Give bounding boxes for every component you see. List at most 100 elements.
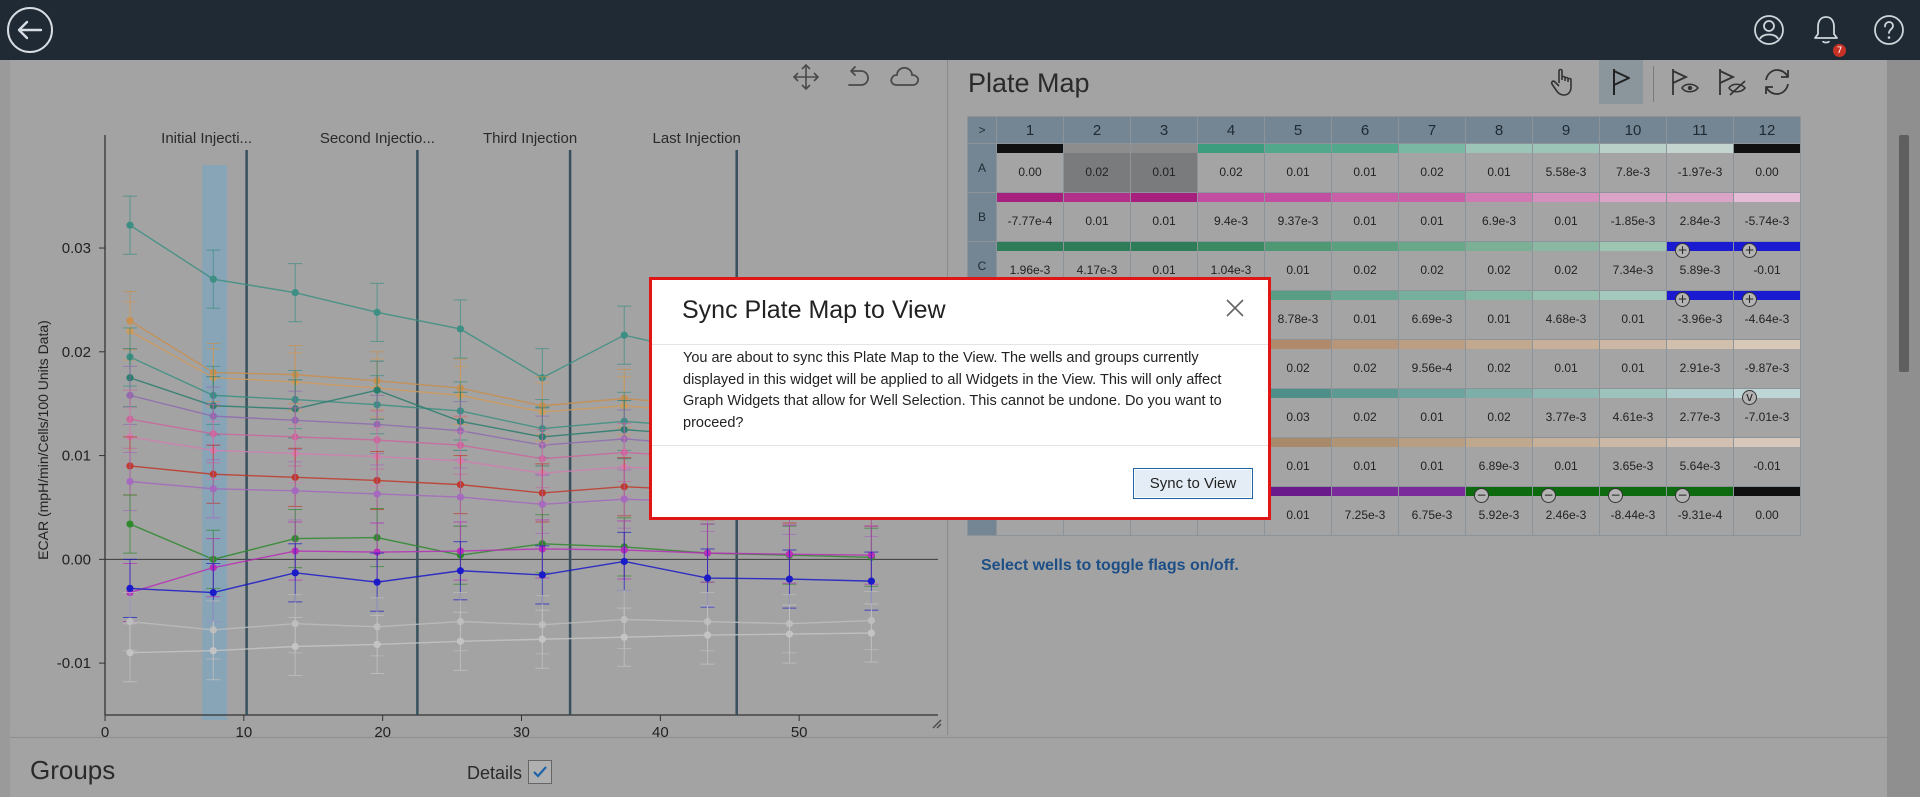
well-cell[interactable]: 0.01: [1532, 192, 1600, 242]
well-cell[interactable]: − -9.31e-4: [1666, 486, 1734, 536]
minus-circle-icon[interactable]: −: [1608, 488, 1623, 503]
well-cell[interactable]: 0.01: [1264, 486, 1332, 536]
select-all-corner[interactable]: >: [967, 116, 997, 144]
well-cell[interactable]: 0.01: [1465, 143, 1533, 193]
well-cell[interactable]: 0.01: [1063, 192, 1131, 242]
well-cell[interactable]: 0.02: [1398, 143, 1466, 193]
column-header[interactable]: 9: [1532, 116, 1600, 144]
column-header[interactable]: 4: [1197, 116, 1265, 144]
undo-icon[interactable]: [843, 63, 871, 91]
column-header[interactable]: 11: [1666, 116, 1734, 144]
column-header[interactable]: 12: [1733, 116, 1801, 144]
well-cell[interactable]: 9.37e-3: [1264, 192, 1332, 242]
well-cell[interactable]: -1.97e-3: [1666, 143, 1734, 193]
well-cell[interactable]: 0.01: [1264, 437, 1332, 487]
well-cell[interactable]: 0.02: [1532, 241, 1600, 291]
well-cell[interactable]: 0.02: [1398, 241, 1466, 291]
well-cell[interactable]: 0.01: [1398, 192, 1466, 242]
well-cell[interactable]: 5.64e-3: [1666, 437, 1734, 487]
well-cell[interactable]: 0.01: [1331, 143, 1399, 193]
column-header[interactable]: 1: [996, 116, 1064, 144]
well-cell[interactable]: − 2.46e-3: [1532, 486, 1600, 536]
flag-icon[interactable]: [1599, 60, 1643, 104]
well-cell[interactable]: 0.01: [1130, 192, 1198, 242]
column-header[interactable]: 2: [1063, 116, 1131, 144]
well-cell[interactable]: -1.85e-3: [1599, 192, 1667, 242]
well-cell[interactable]: -0.01: [1733, 437, 1801, 487]
add-circle-icon[interactable]: +: [1675, 292, 1690, 307]
well-cell[interactable]: 0.01: [1331, 192, 1399, 242]
sync-to-view-button[interactable]: Sync to View: [1133, 468, 1253, 499]
add-circle-icon[interactable]: +: [1742, 292, 1757, 307]
well-cell[interactable]: 3.77e-3: [1532, 388, 1600, 438]
well-cell[interactable]: 9.56e-4: [1398, 339, 1466, 389]
well-cell[interactable]: 0.01: [1331, 437, 1399, 487]
well-cell[interactable]: -5.74e-3: [1733, 192, 1801, 242]
well-cell[interactable]: 0.01: [1398, 388, 1466, 438]
column-header[interactable]: 3: [1130, 116, 1198, 144]
well-cell[interactable]: 7.25e-3: [1331, 486, 1399, 536]
well-cell[interactable]: 0.01: [1398, 437, 1466, 487]
add-circle-icon[interactable]: +: [1675, 243, 1690, 258]
minus-circle-icon[interactable]: −: [1474, 488, 1489, 503]
well-cell[interactable]: 0.00: [1733, 143, 1801, 193]
well-cell[interactable]: 0.02: [1331, 241, 1399, 291]
well-cell[interactable]: 0.01: [1532, 339, 1600, 389]
hand-pointer-icon[interactable]: [1541, 60, 1585, 104]
well-cell[interactable]: 9.4e-3: [1197, 192, 1265, 242]
well-cell[interactable]: 0.01: [1532, 437, 1600, 487]
well-cell[interactable]: 0.02: [1331, 339, 1399, 389]
well-cell[interactable]: 0.01: [1599, 290, 1667, 340]
well-cell[interactable]: − 5.92e-3: [1465, 486, 1533, 536]
well-cell[interactable]: +5.89e-3: [1666, 241, 1734, 291]
well-cell[interactable]: 0.01: [1264, 241, 1332, 291]
well-cell[interactable]: 0.01: [1331, 290, 1399, 340]
minus-circle-icon[interactable]: −: [1541, 488, 1556, 503]
help-icon[interactable]: [1872, 13, 1906, 47]
well-cell[interactable]: 0.00: [996, 143, 1064, 193]
well-cell[interactable]: -7.77e-4: [996, 192, 1064, 242]
well-cell[interactable]: 6.9e-3: [1465, 192, 1533, 242]
well-cell[interactable]: + -4.64e-3: [1733, 290, 1801, 340]
well-cell[interactable]: + -3.96e-3: [1666, 290, 1734, 340]
well-cell[interactable]: 0.01: [1264, 143, 1332, 193]
well-cell[interactable]: 0.00: [1733, 486, 1801, 536]
well-cell[interactable]: 7.34e-3: [1599, 241, 1667, 291]
minus-circle-icon[interactable]: −: [1675, 488, 1690, 503]
well-cell[interactable]: 6.89e-3: [1465, 437, 1533, 487]
well-cell[interactable]: 4.68e-3: [1532, 290, 1600, 340]
well-cell[interactable]: 0.01: [1599, 339, 1667, 389]
well-cell[interactable]: 0.02: [1264, 339, 1332, 389]
well-cell[interactable]: 6.69e-3: [1398, 290, 1466, 340]
column-header[interactable]: 10: [1599, 116, 1667, 144]
well-cell[interactable]: 7.8e-3: [1599, 143, 1667, 193]
well-cell[interactable]: 8.78e-3: [1264, 290, 1332, 340]
column-header[interactable]: 5: [1264, 116, 1332, 144]
check-circle-icon[interactable]: v: [1742, 390, 1757, 405]
row-header[interactable]: A: [967, 143, 997, 193]
close-icon[interactable]: [1224, 297, 1246, 319]
well-cell[interactable]: 0.02: [1465, 241, 1533, 291]
well-cell[interactable]: 0.02: [1465, 388, 1533, 438]
well-cell[interactable]: 0.02: [1331, 388, 1399, 438]
user-account-icon[interactable]: [1752, 13, 1786, 47]
refresh-icon[interactable]: [1755, 60, 1799, 104]
page-scrollbar[interactable]: [1887, 60, 1920, 797]
resize-handle-icon[interactable]: [932, 716, 942, 734]
well-cell[interactable]: 0.01: [1465, 290, 1533, 340]
row-header[interactable]: B: [967, 192, 997, 242]
notifications-bell-icon[interactable]: 7: [1809, 13, 1846, 57]
cloud-icon[interactable]: [888, 63, 922, 91]
well-cell[interactable]: 0.02: [1063, 143, 1131, 193]
back-arrow-icon[interactable]: [5, 5, 55, 55]
well-cell[interactable]: 2.91e-3: [1666, 339, 1734, 389]
well-cell[interactable]: 4.61e-3: [1599, 388, 1667, 438]
well-cell[interactable]: 0.03: [1264, 388, 1332, 438]
well-cell[interactable]: -9.87e-3: [1733, 339, 1801, 389]
column-header[interactable]: 7: [1398, 116, 1466, 144]
well-cell[interactable]: 6.75e-3: [1398, 486, 1466, 536]
add-circle-icon[interactable]: +: [1742, 243, 1757, 258]
show-wells-icon[interactable]: [1663, 60, 1707, 104]
well-cell[interactable]: 0.01: [1130, 143, 1198, 193]
well-cell[interactable]: 2.77e-3: [1666, 388, 1734, 438]
